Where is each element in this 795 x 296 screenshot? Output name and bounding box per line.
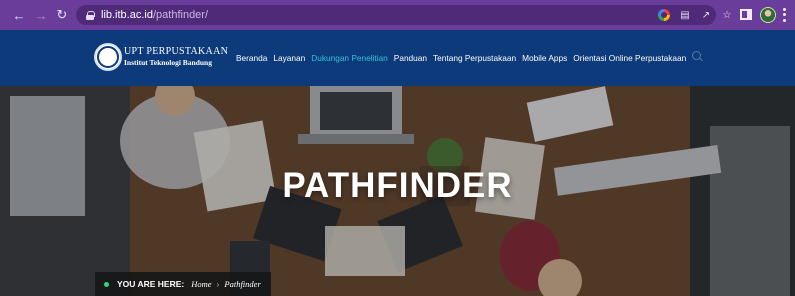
reload-icon[interactable]: ↻	[53, 6, 71, 24]
address-bar[interactable]: lib.itb.ac.id/pathfinder/ ▤ ↗ ☆	[76, 5, 731, 25]
url-path: /pathfinder/	[152, 9, 209, 21]
chevron-right-icon: ›	[216, 279, 220, 289]
nav-panduan[interactable]: Panduan	[394, 53, 427, 63]
translate-icon[interactable]: ▤	[679, 9, 691, 21]
main-navigation: Beranda Layanan Dukungan Penelitian Pand…	[236, 53, 686, 63]
side-panel-icon[interactable]	[740, 9, 752, 20]
breadcrumb: YOU ARE HERE: Home › Pathfinder	[95, 272, 271, 296]
url-host: lib.itb.ac.id	[101, 9, 153, 21]
nav-dukungan-penelitian[interactable]: Dukungan Penelitian	[311, 53, 388, 63]
nav-orientasi-online[interactable]: Orientasi Online Perpustakaan	[573, 53, 686, 63]
green-dot-icon	[104, 281, 109, 287]
google-lens-icon[interactable]	[658, 9, 670, 21]
forward-arrow-icon[interactable]: →	[32, 6, 50, 24]
profile-avatar[interactable]	[760, 7, 776, 23]
browser-toolbar: ← → ↻ lib.itb.ac.id/pathfinder/ ▤ ↗ ☆	[0, 0, 795, 30]
kebab-menu-icon[interactable]	[782, 7, 786, 23]
lock-icon[interactable]	[86, 10, 95, 20]
nav-layanan[interactable]: Layanan	[273, 53, 305, 63]
search-icon[interactable]	[692, 51, 703, 62]
page-title: PATHFINDER	[282, 166, 513, 205]
breadcrumb-current: Pathfinder	[224, 279, 261, 289]
hero-banner: PATHFINDER YOU ARE HERE: Home › Pathfind…	[0, 86, 795, 296]
bookmark-star-icon[interactable]: ☆	[721, 9, 733, 21]
site-header: UPT PERPUSTAKAAN Institut Teknologi Band…	[0, 30, 795, 86]
logo-title: UPT PERPUSTAKAAN	[124, 46, 229, 57]
back-arrow-icon[interactable]: ←	[10, 6, 28, 24]
share-icon[interactable]: ↗	[700, 9, 712, 21]
nav-beranda[interactable]: Beranda	[236, 53, 267, 63]
nav-mobile-apps[interactable]: Mobile Apps	[522, 53, 567, 63]
itb-seal-logo[interactable]	[94, 43, 122, 71]
site-logo-text[interactable]: UPT PERPUSTAKAAN Institut Teknologi Band…	[124, 47, 228, 68]
breadcrumb-label: YOU ARE HERE:	[117, 279, 185, 289]
nav-tentang-perpustakaan[interactable]: Tentang Perpustakaan	[433, 53, 516, 63]
logo-subtitle: Institut Teknologi Bandung	[124, 58, 212, 67]
breadcrumb-home-link[interactable]: Home	[191, 279, 211, 289]
